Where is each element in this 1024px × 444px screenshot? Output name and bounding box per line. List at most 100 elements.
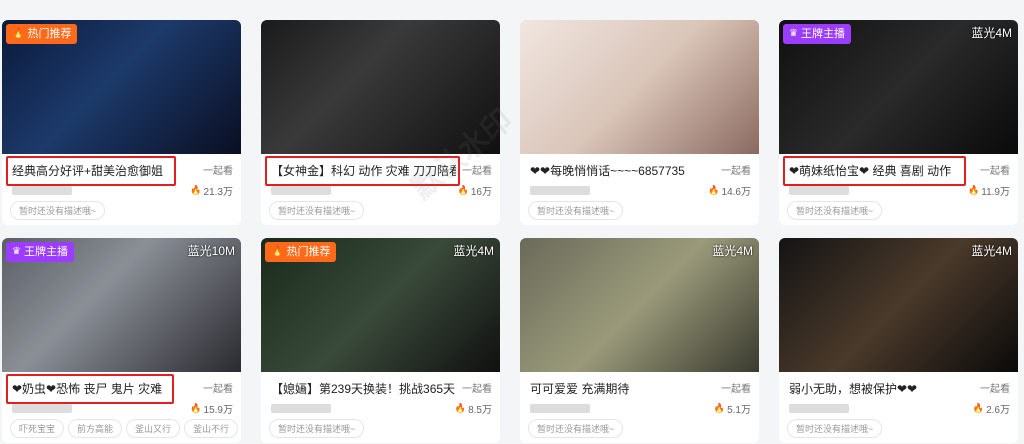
- room-card[interactable]: 【女神金】科幻 动作 灾难 刀刀陪看 一起看 🔥 16万暂时还没有描述哦~: [261, 20, 500, 225]
- tag[interactable]: 暂时还没有描述哦~: [269, 201, 365, 220]
- tag-list: 暂时还没有描述哦~: [528, 419, 624, 438]
- room-thumbnail[interactable]: [261, 20, 500, 154]
- watch-together-label: 一起看: [462, 166, 492, 177]
- king-badge: ♛ 王牌主播: [6, 242, 74, 262]
- streamer-name-blurred: [271, 404, 331, 413]
- tag-list: 暂时还没有描述哦~: [269, 419, 365, 438]
- room-card[interactable]: 蓝光4M 可可爱爱 充满期待 一起看 🔥 5.1万暂时还没有描述哦~: [520, 238, 759, 443]
- fire-icon: 🔥: [972, 403, 985, 413]
- quality-label: 蓝光4M: [453, 244, 494, 258]
- heat-count: 🔥 15.9万: [190, 401, 233, 416]
- heat-value: 21.3万: [203, 187, 233, 198]
- tag[interactable]: 吓死宝宝: [10, 419, 65, 438]
- heat-count: 🔥 16万: [458, 183, 492, 198]
- streamer-name-blurred: [530, 404, 590, 413]
- heat-value: 14.6万: [721, 187, 751, 198]
- tag[interactable]: 暂时还没有描述哦~: [10, 201, 106, 220]
- hot-badge: 🔥 热门推荐: [265, 242, 337, 262]
- room-card[interactable]: 🔥 热门推荐 经典高分好评+甜美治愈御姐 一起看 🔥 21.3万 暂时还没有描述哦~: [2, 20, 241, 225]
- fire-icon: 🔥: [12, 28, 25, 39]
- room-title[interactable]: 【媳婳】第239天换装！挑战365天: [271, 380, 455, 397]
- crown-icon: ♛: [12, 246, 21, 257]
- room-card[interactable]: ❤❤每晚悄悄话~~~~6857735 一起看 🔥 14.6万 暂时还没有描述哦~: [520, 20, 759, 225]
- tag[interactable]: 前方高能: [68, 419, 123, 438]
- badge-label: 王牌主播: [800, 28, 845, 40]
- king-badge: ♛ 王牌主播: [783, 24, 851, 44]
- room-thumbnail[interactable]: 蓝光4M: [520, 238, 759, 372]
- heat-count: 🔥 5.1万: [714, 401, 751, 416]
- tag-list: 暂时还没有描述哦~: [10, 201, 106, 220]
- room-thumbnail[interactable]: 🔥 热门推荐: [2, 20, 241, 154]
- quality-label: 蓝光4M: [971, 244, 1012, 258]
- room-title[interactable]: 经典高分好评+甜美治愈御姐: [12, 162, 163, 179]
- heat-value: 16万: [470, 187, 492, 198]
- room-thumbnail[interactable]: ♛ 王牌主播 蓝光10M: [2, 238, 241, 372]
- badge-label: 王牌主播: [23, 246, 68, 258]
- crown-icon: ♛: [789, 28, 798, 39]
- watch-together-label: 一起看: [721, 166, 751, 177]
- tag[interactable]: 暂时还没有描述哦~: [787, 201, 883, 220]
- room-card[interactable]: 蓝光4M 弱小无助，想被保护❤❤ 一起看 🔥 2.6万暂时还没有描述哦~: [779, 238, 1018, 443]
- room-thumbnail[interactable]: [520, 20, 759, 154]
- fire-icon: 🔥: [271, 246, 284, 257]
- tag[interactable]: 暂时还没有描述哦~: [269, 419, 365, 438]
- tag[interactable]: 暂时还没有描述哦~: [528, 201, 624, 220]
- fire-icon: 🔥: [713, 403, 726, 413]
- room-thumbnail[interactable]: 蓝光4M: [779, 238, 1018, 372]
- room-title[interactable]: 【女神金】科幻 动作 灾难 刀刀陪看: [271, 162, 456, 179]
- fire-icon: 🔥: [454, 403, 467, 413]
- fire-icon: 🔥: [708, 185, 720, 195]
- quality-label: 蓝光10M: [187, 244, 235, 258]
- fire-icon: 🔥: [190, 403, 202, 413]
- tag-list: 吓死宝宝 前方高能 釜山又行 釜山不行: [10, 419, 239, 438]
- room-title[interactable]: ❤❤每晚悄悄话~~~~6857735: [530, 162, 685, 179]
- room-card[interactable]: ♛ 王牌主播 蓝光4M ❤萌妹纸怡宝❤ 经典 喜剧 动作 一起看 🔥 11.9万 暂时还没有描…: [779, 20, 1018, 225]
- heat-value: 11.9万: [981, 187, 1010, 198]
- streamer-name-blurred: [271, 186, 331, 195]
- heat-value: 8.5万: [468, 405, 492, 416]
- heat-value: 2.6万: [986, 405, 1010, 416]
- streamer-name-blurred: [789, 404, 849, 413]
- room-title[interactable]: 可可爱爱 充满期待: [530, 380, 629, 397]
- tag[interactable]: 釜山不行: [184, 419, 239, 438]
- watch-together-label: 一起看: [462, 384, 492, 395]
- watch-together-label: 一起看: [721, 384, 751, 395]
- streamer-name-blurred: [789, 186, 849, 195]
- heat-count: 🔥 14.6万: [708, 183, 751, 198]
- heat-value: 15.9万: [203, 405, 233, 416]
- badge-label: 热门推荐: [286, 246, 331, 258]
- room-title[interactable]: ❤萌妹纸怡宝❤ 经典 喜剧 动作: [789, 162, 951, 179]
- tag[interactable]: 釜山又行: [126, 419, 181, 438]
- badge-label: 热门推荐: [27, 28, 72, 40]
- tag[interactable]: 暂时还没有描述哦~: [528, 419, 624, 438]
- streamer-name-blurred: [12, 404, 72, 413]
- watch-together-label: 一起看: [203, 166, 233, 177]
- heat-value: 5.1万: [727, 405, 751, 416]
- room-card[interactable]: 🔥 热门推荐 蓝光4M 【媳婳】第239天换装！挑战365天 一起看 🔥 8.5万 暂时还没有…: [261, 238, 500, 443]
- fire-icon: 🔥: [457, 185, 469, 195]
- room-thumbnail[interactable]: ♛ 王牌主播 蓝光4M: [779, 20, 1018, 154]
- tag[interactable]: 暂时还没有描述哦~: [787, 419, 883, 438]
- streamer-name-blurred: [12, 186, 72, 195]
- room-card[interactable]: ♛ 王牌主播 蓝光10M ❤奶虫❤恐怖 丧尸 鬼片 灾难 一起看 🔥 15.9万 吓死宝宝 前方…: [2, 238, 241, 443]
- quality-label: 蓝光4M: [971, 26, 1012, 40]
- quality-label: 蓝光4M: [712, 244, 753, 258]
- heat-count: 🔥 2.6万: [973, 401, 1010, 416]
- tag-list: 暂时还没有描述哦~: [787, 201, 883, 220]
- room-title[interactable]: 弱小无助，想被保护❤❤: [789, 380, 917, 397]
- heat-count: 🔥 11.9万: [968, 183, 1010, 198]
- watch-together-label: 一起看: [980, 166, 1010, 177]
- watch-together-label: 一起看: [980, 384, 1010, 395]
- fire-icon: 🔥: [190, 185, 202, 195]
- tag-list: 暂时还没有描述哦~: [787, 419, 883, 438]
- tag-list: 暂时还没有描述哦~: [269, 201, 365, 220]
- room-thumbnail[interactable]: 🔥 热门推荐 蓝光4M: [261, 238, 500, 372]
- streamer-name-blurred: [530, 186, 590, 195]
- hot-badge: 🔥 热门推荐: [6, 24, 78, 44]
- tag-list: 暂时还没有描述哦~: [528, 201, 624, 220]
- heat-count: 🔥 8.5万: [455, 401, 492, 416]
- fire-icon: 🔥: [968, 185, 980, 195]
- heat-count: 🔥 21.3万: [190, 183, 233, 198]
- room-title[interactable]: ❤奶虫❤恐怖 丧尸 鬼片 灾难: [12, 380, 162, 397]
- watch-together-label: 一起看: [203, 384, 233, 395]
